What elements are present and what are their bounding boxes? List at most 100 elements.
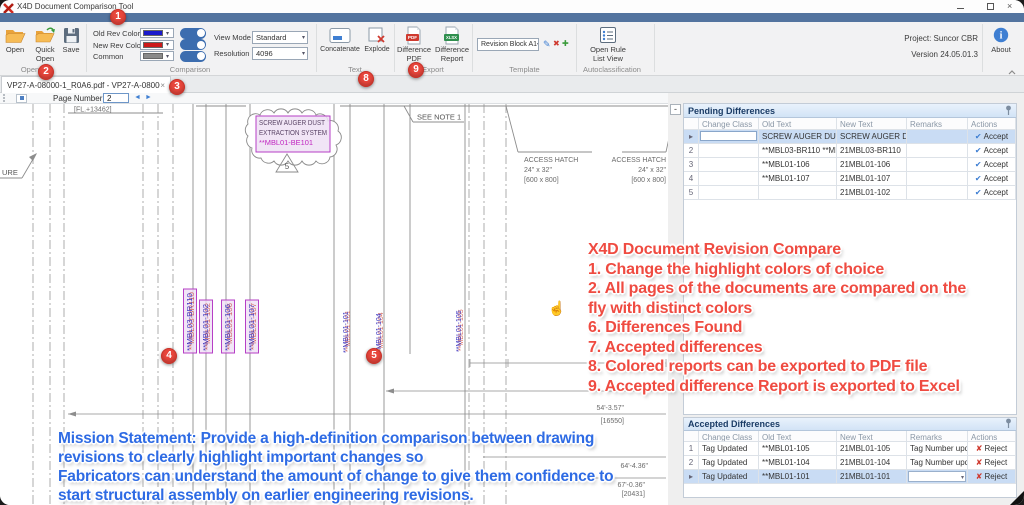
change-class-cell: Tag Updated: [699, 442, 759, 456]
collapse-panel-button[interactable]: -: [670, 104, 681, 115]
accept-button[interactable]: ✔ Accept: [968, 144, 1016, 158]
save-button[interactable]: Save: [58, 24, 84, 55]
reject-button[interactable]: ✘ Reject: [968, 442, 1016, 456]
explode-button[interactable]: Explode: [362, 24, 392, 54]
column-header[interactable]: Old Text: [759, 431, 837, 442]
diff-tag-boxed: **MBL01-102 **MBL01-102: [199, 299, 213, 354]
svg-text:ACCESS HATCH: ACCESS HATCH: [612, 157, 666, 164]
common-toggle[interactable]: [180, 50, 206, 62]
panel-title: Pending Differences: [688, 105, 776, 116]
next-page-icon[interactable]: ►: [145, 93, 152, 103]
close-button[interactable]: ×: [1007, 0, 1012, 12]
structure-label: URE: [2, 168, 18, 177]
previous-page-icon[interactable]: ◄: [134, 93, 141, 103]
document-tab[interactable]: VP27-A-08000-1_R0A6.pdf - VP27-A-08000-1…: [1, 76, 171, 93]
accepted-differences-header[interactable]: Accepted Differences: [684, 418, 1016, 431]
table-row[interactable]: 4 **MBL01-107 21MBL01-107 ✔ Accept: [684, 172, 1016, 186]
common-color-picker[interactable]: ▾: [140, 51, 174, 61]
concatenate-button[interactable]: Concatenate: [318, 24, 362, 54]
edit-template-icon[interactable]: ✎: [543, 39, 551, 49]
minimize-button[interactable]: [957, 3, 964, 9]
group-label-autoclassification: Autoclassification: [583, 65, 641, 74]
new-rev-color-picker[interactable]: ▾: [140, 39, 174, 50]
pin-icon[interactable]: [1005, 102, 1012, 120]
svg-text:ACCESS HATCH: ACCESS HATCH: [524, 157, 578, 164]
accept-button[interactable]: ✔ Accept: [968, 158, 1016, 172]
new-text-cell: 21MBL01-106: [837, 158, 907, 172]
old-rev-swatch: [143, 30, 163, 36]
about-button[interactable]: i About: [986, 24, 1016, 55]
open-rule-list-button[interactable]: Open Rule List View: [582, 24, 634, 63]
template-select[interactable]: Revision Block A1▾: [477, 38, 539, 51]
accept-button[interactable]: ✔ Accept: [968, 130, 1016, 144]
table-row[interactable]: 1 Tag Updated **MBL01-105 21MBL01-105 Ta…: [684, 442, 1016, 456]
tab-close-icon[interactable]: ×: [160, 81, 165, 90]
pager-toolbar-button[interactable]: [16, 93, 27, 103]
table-row[interactable]: ▸ Tag Updated **MBL01-101 21MBL01-101 ▾ …: [684, 470, 1016, 484]
view-mode-select[interactable]: Standard ▾: [252, 30, 308, 44]
maximize-button[interactable]: [987, 3, 994, 10]
column-header[interactable]: Old Text: [759, 118, 837, 130]
new-rev-toggle[interactable]: [180, 39, 206, 50]
table-row[interactable]: 3 **MBL01-106 21MBL01-106 ✔ Accept: [684, 158, 1016, 172]
reject-button[interactable]: ✘ Reject: [968, 456, 1016, 470]
explode-icon: [362, 24, 392, 46]
difference-pdf-button[interactable]: PDF Difference PDF: [396, 24, 432, 63]
chevron-down-icon: ▾: [301, 50, 305, 57]
cloud-label-1: SCREW AUGER DUST: [259, 118, 326, 127]
info-icon: i: [986, 24, 1016, 46]
pending-differences-header[interactable]: Pending Differences: [684, 104, 1016, 118]
svg-text:54'-3.57": 54'-3.57": [596, 405, 624, 412]
accept-button[interactable]: ✔ Accept: [968, 186, 1016, 200]
new-text-cell: 21MBL01-105: [837, 442, 907, 456]
remarks-dropdown[interactable]: ▾: [908, 471, 966, 482]
accept-button[interactable]: ✔ Accept: [968, 172, 1016, 186]
table-row[interactable]: 2 **MBL03-BR110 **MBL01-... 21MBL03-BR11…: [684, 144, 1016, 158]
reject-button[interactable]: ✘ Reject: [968, 470, 1016, 484]
table-row[interactable]: 2 Tag Updated **MBL01-104 21MBL01-104 Ta…: [684, 456, 1016, 470]
delete-template-icon[interactable]: ✖: [553, 39, 560, 49]
quick-open-button[interactable]: Quick Open: [29, 24, 61, 63]
column-header[interactable]: Remarks: [907, 431, 968, 442]
hand-cursor-icon: ☝: [548, 300, 566, 316]
table-row[interactable]: 5 21MBL01-102 ✔ Accept: [684, 186, 1016, 200]
toolbar-grip[interactable]: [3, 94, 5, 102]
svg-text:i: i: [1000, 31, 1003, 42]
quick-open-folder-icon: [29, 24, 61, 46]
page-number-input[interactable]: 2: [103, 93, 129, 103]
column-header[interactable]: Remarks: [907, 118, 968, 130]
column-header[interactable]: Actions: [968, 118, 1016, 130]
add-template-icon[interactable]: ✚: [562, 39, 569, 49]
title-bar: X4D Document Comparison Tool ×: [0, 0, 1024, 14]
column-header[interactable]: New Text: [837, 431, 907, 442]
resolution-select[interactable]: 4096 ▾: [252, 46, 308, 60]
new-rev-swatch: [143, 41, 163, 48]
change-class-cell: [699, 144, 759, 158]
ribbon-tab-band: [0, 13, 1024, 22]
remarks-cell: Tag Number update: [907, 442, 968, 456]
column-header[interactable]: Change Class: [699, 431, 759, 442]
difference-report-button[interactable]: XLSX Difference Report: [434, 24, 470, 63]
app-logo-icon: [3, 1, 14, 14]
resolution-label: Resolution: [214, 49, 250, 58]
table-row[interactable]: ▸ SCREW AUGER DUST EXTR... SCREW AUGER D…: [684, 130, 1016, 144]
x-icon: ✘: [975, 472, 983, 481]
callout-3: 3: [169, 79, 185, 95]
column-header[interactable]: Actions: [968, 431, 1016, 442]
resize-grip[interactable]: [1010, 491, 1024, 505]
svg-text:24" x 32": 24" x 32": [524, 167, 552, 174]
remarks-cell: Tag Number update: [907, 456, 968, 470]
change-class-cell: [699, 158, 759, 172]
open-folder-icon: [1, 24, 29, 46]
group-label-text: Text: [348, 65, 362, 74]
old-rev-toggle[interactable]: [180, 27, 206, 39]
change-class-input[interactable]: [700, 131, 757, 141]
column-header[interactable]: New Text: [837, 118, 907, 130]
new-text-cell: 21MBL01-107: [837, 172, 907, 186]
dim-arrow: [386, 388, 394, 394]
floor-level-label: [FL.+13462]: [74, 107, 112, 114]
old-rev-color-picker[interactable]: ▾: [140, 28, 174, 38]
leader-arrow: [29, 153, 37, 161]
column-header[interactable]: Change Class: [699, 118, 759, 130]
open-button[interactable]: Open: [1, 24, 29, 55]
